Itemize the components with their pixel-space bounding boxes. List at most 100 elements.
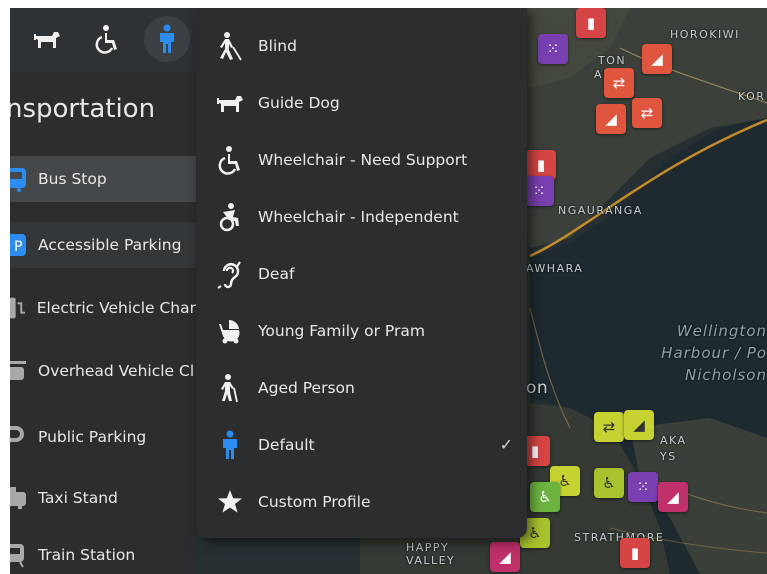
wheelchair-active-icon bbox=[210, 197, 250, 237]
arrows-icon: ⇄ bbox=[602, 417, 616, 436]
arrows-pin-2[interactable]: ⇄ bbox=[632, 98, 662, 128]
dots-icon: ⁙ bbox=[636, 477, 650, 496]
map-label-aka: AKA bbox=[660, 434, 687, 447]
category-label: Public Parking bbox=[38, 428, 147, 446]
wheelchair-icon: ♿ bbox=[528, 523, 542, 542]
pram-icon bbox=[210, 311, 250, 351]
aged-person-icon bbox=[210, 368, 250, 408]
guide-dog-icon bbox=[210, 83, 250, 123]
category-label: Accessible Parking bbox=[38, 236, 182, 254]
wheelchair-pin-2[interactable]: ♿ bbox=[594, 468, 624, 498]
checkmark-icon: ✓ bbox=[499, 435, 513, 454]
menu-item-label: Wheelchair - Independent bbox=[258, 207, 459, 226]
braille-pin-3[interactable]: ⁙ bbox=[628, 472, 658, 502]
wheelchair-icon: ♿ bbox=[538, 487, 552, 506]
left-panel: nsportation Bus Stop P Accessible Parkin… bbox=[10, 8, 196, 574]
person-icon bbox=[210, 425, 250, 465]
category-label: Bus Stop bbox=[38, 170, 107, 188]
category-ev-charger[interactable]: Electric Vehicle Char bbox=[10, 285, 196, 331]
parking-icon bbox=[10, 424, 30, 450]
wheelchair-icon: ♿ bbox=[558, 471, 572, 490]
menu-item-wheelchair-need-support[interactable]: Wheelchair - Need Support bbox=[196, 131, 527, 188]
arrows-icon: ⇄ bbox=[640, 103, 654, 122]
bus-icon: ▮ bbox=[530, 441, 540, 460]
dots-icon: ⁙ bbox=[546, 39, 560, 58]
menu-item-wheelchair-independent[interactable]: Wheelchair - Independent bbox=[196, 188, 527, 245]
ramp-icon: ◢ bbox=[633, 415, 645, 434]
menu-item-aged-person[interactable]: Aged Person bbox=[196, 359, 527, 416]
menu-item-label: Default bbox=[258, 435, 315, 454]
bus-icon: ▮ bbox=[536, 155, 546, 174]
ramp-pin-2[interactable]: ◢ bbox=[596, 104, 626, 134]
map-label-harbour: Wellington Harbour / Po Nicholson bbox=[661, 322, 767, 384]
blind-icon bbox=[210, 26, 250, 66]
menu-item-label: Custom Profile bbox=[258, 492, 371, 511]
wheelchair-pin-3[interactable]: ♿ bbox=[530, 482, 560, 512]
guide-dog-icon[interactable] bbox=[24, 16, 70, 62]
category-train-station[interactable]: Train Station bbox=[10, 532, 196, 574]
ramp-icon: ◢ bbox=[651, 49, 663, 68]
bus-icon: ▮ bbox=[630, 543, 640, 562]
ramp-pin-3[interactable]: ◢ bbox=[624, 410, 654, 440]
menu-item-young-family[interactable]: Young Family or Pram bbox=[196, 302, 527, 359]
map-label-ngauranga: NGAURANGA bbox=[558, 204, 643, 217]
menu-item-default[interactable]: Default ✓ bbox=[196, 416, 527, 473]
menu-item-label: Deaf bbox=[258, 264, 295, 283]
person-icon-active[interactable] bbox=[144, 16, 190, 62]
arrows-icon: ⇄ bbox=[612, 73, 626, 92]
category-label: Overhead Vehicle Cl bbox=[38, 362, 195, 380]
braille-pin-2[interactable]: ⁙ bbox=[524, 176, 554, 206]
overhead-clearance-icon bbox=[10, 358, 30, 384]
map-label-ton: TON bbox=[598, 54, 627, 67]
menu-item-custom-profile[interactable]: Custom Profile bbox=[196, 473, 527, 530]
map-label-horokiwi: HOROKIWI bbox=[670, 28, 740, 41]
accessible-parking-icon: P bbox=[10, 232, 30, 258]
category-label: Electric Vehicle Char bbox=[36, 299, 196, 317]
bus-icon: ▮ bbox=[586, 13, 596, 32]
map-label-happy-valley: HAPPY VALLEY bbox=[406, 541, 456, 567]
profile-dropdown-menu: Blind Guide Dog Wheelchair - Need Suppor… bbox=[196, 8, 527, 538]
map-label-on: on bbox=[526, 378, 549, 398]
menu-item-deaf[interactable]: Deaf bbox=[196, 245, 527, 302]
svg-text:P: P bbox=[14, 239, 22, 255]
star-icon bbox=[210, 482, 250, 522]
braille-pin[interactable]: ⁙ bbox=[538, 34, 568, 64]
menu-item-label: Young Family or Pram bbox=[258, 321, 425, 340]
bus-stop-pin[interactable]: ▮ bbox=[576, 8, 606, 38]
wheelchair-icon[interactable] bbox=[84, 16, 130, 62]
menu-item-blind[interactable]: Blind bbox=[196, 17, 527, 74]
arrows-pin[interactable]: ⇄ bbox=[604, 68, 634, 98]
ramp-pin-4[interactable]: ◢ bbox=[658, 482, 688, 512]
ev-charger-icon bbox=[10, 295, 29, 321]
wheelchair-icon bbox=[210, 140, 250, 180]
map-label-kor: KOR bbox=[738, 90, 766, 103]
category-taxi-stand[interactable]: Taxi Stand bbox=[10, 475, 196, 521]
category-overhead-clearance[interactable]: Overhead Vehicle Cl bbox=[10, 348, 196, 394]
bus-stop-pin-4[interactable]: ▮ bbox=[620, 538, 650, 568]
arrows-pin-3[interactable]: ⇄ bbox=[594, 412, 624, 442]
category-label: Taxi Stand bbox=[38, 489, 118, 507]
category-label: Train Station bbox=[38, 546, 136, 564]
dots-icon: ⁙ bbox=[532, 181, 546, 200]
category-public-parking[interactable]: Public Parking bbox=[10, 414, 196, 460]
ramp-icon: ◢ bbox=[667, 487, 679, 506]
category-accessible-parking[interactable]: P Accessible Parking bbox=[10, 222, 196, 268]
app-frame: HOROKIWI KOR NGAURANGA AWHARA Wellington… bbox=[10, 8, 767, 574]
deaf-icon bbox=[210, 254, 250, 294]
menu-item-label: Guide Dog bbox=[258, 93, 340, 112]
panel-title: nsportation bbox=[10, 94, 156, 124]
menu-item-label: Blind bbox=[258, 36, 297, 55]
map-label-awhara: AWHARA bbox=[526, 262, 584, 275]
ramp-pin-5[interactable]: ◢ bbox=[490, 542, 520, 572]
profile-toolbar bbox=[10, 8, 196, 72]
taxi-icon bbox=[10, 485, 30, 511]
ramp-icon: ◢ bbox=[499, 547, 511, 566]
ramp-pin[interactable]: ◢ bbox=[642, 44, 672, 74]
train-icon bbox=[10, 542, 30, 568]
menu-item-guide-dog[interactable]: Guide Dog bbox=[196, 74, 527, 131]
menu-item-label: Aged Person bbox=[258, 378, 355, 397]
bus-icon bbox=[10, 166, 30, 192]
ramp-icon: ◢ bbox=[605, 109, 617, 128]
category-bus-stop[interactable]: Bus Stop bbox=[10, 156, 196, 202]
menu-item-label: Wheelchair - Need Support bbox=[258, 150, 468, 169]
